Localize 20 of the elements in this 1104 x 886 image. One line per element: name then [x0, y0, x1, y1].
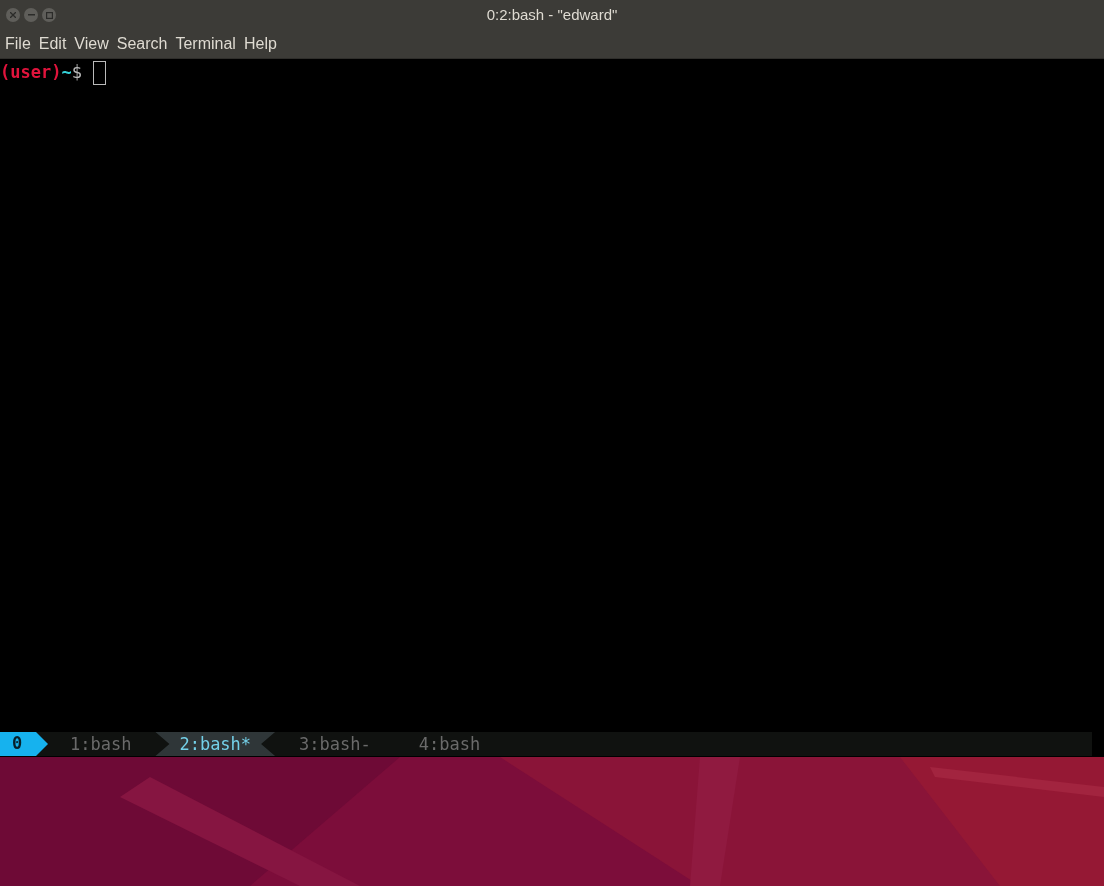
prompt-symbol: $ [71, 61, 82, 85]
menu-item[interactable]: Edit [38, 32, 67, 56]
window-tab[interactable]: 3:bash- [275, 732, 395, 756]
menu-item[interactable]: Help [243, 32, 277, 56]
maximize-icon [45, 11, 53, 19]
close-icon [10, 12, 16, 18]
minimize-icon [27, 14, 35, 16]
close-button[interactable] [6, 8, 20, 22]
menu-item[interactable]: File [5, 32, 31, 56]
prompt-user: (user) [0, 61, 62, 85]
prompt-path: ~ [61, 61, 72, 85]
menu-item[interactable]: Terminal [175, 32, 236, 56]
cursor [92, 61, 106, 85]
menu-item[interactable]: Search [116, 32, 168, 56]
window-title: 0:2:bash - "edward" [486, 4, 618, 25]
window-tab[interactable]: 2:bash* [155, 732, 276, 756]
maximize-button[interactable] [42, 8, 56, 22]
minimize-button[interactable] [24, 8, 38, 22]
menu-item[interactable]: View [74, 32, 109, 56]
session-label: 0 [0, 732, 48, 756]
